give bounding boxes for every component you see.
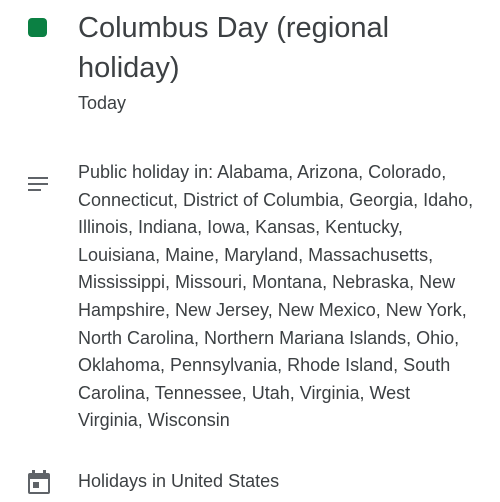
event-date: Today xyxy=(78,93,127,113)
event-color-swatch xyxy=(28,18,47,37)
calendar-name: Holidays in United States xyxy=(78,471,280,491)
notes-icon xyxy=(28,177,48,191)
event-details-page: Columbus Day (regional holiday) Today Pu… xyxy=(0,0,500,502)
event-description: Public holiday in: Alabama, Arizona, Col… xyxy=(78,162,474,431)
calendar-icon xyxy=(28,470,50,494)
event-title: Columbus Day (regional holiday) xyxy=(78,12,390,84)
